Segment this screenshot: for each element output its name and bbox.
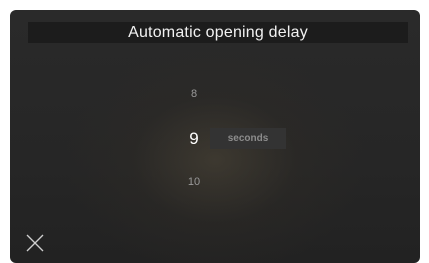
- close-icon: [26, 234, 44, 252]
- picker-previous-value[interactable]: 8: [174, 88, 214, 100]
- close-button[interactable]: [24, 232, 46, 254]
- page-title: Automatic opening delay: [128, 23, 308, 41]
- screen: Automatic opening delay 8 9 10 seconds: [10, 10, 420, 263]
- title-bar: Automatic opening delay: [28, 22, 408, 43]
- unit-label: seconds: [227, 133, 269, 144]
- unit-label-box: seconds: [210, 128, 286, 149]
- picker-selected-value[interactable]: 9: [174, 129, 214, 149]
- picker-next-value[interactable]: 10: [174, 176, 214, 188]
